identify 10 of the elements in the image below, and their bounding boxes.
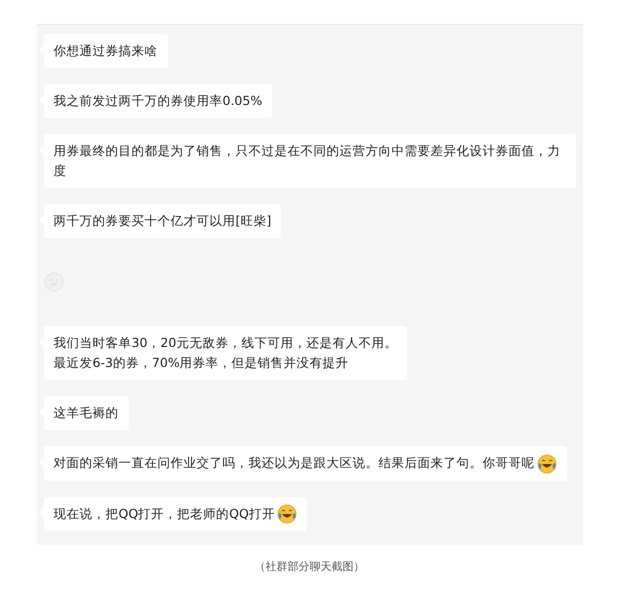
message-bubble: 两千万的券要买十个亿才可以用[旺柴] xyxy=(44,204,282,238)
faded-smiley-sticker xyxy=(44,272,64,292)
message-bubble: 用券最终的目的都是为了销售，只不过是在不同的运营方向中需要差异化设计券面值，力度 xyxy=(44,134,576,188)
message-bubble: 这羊毛褥的 xyxy=(44,396,128,430)
message-bubble: 现在说，把QQ打开，把老师的QQ打开 xyxy=(44,496,307,532)
message-bubble: 你想通过券搞来啥 xyxy=(44,34,168,68)
message-bubble: 我们当时客单30，20元无敌券，线下可用，还是有人不用。 最近发6-3的券，70%用券率，但是销售并没有提升 xyxy=(44,326,408,380)
image-caption: （社群部分聊天截图） xyxy=(254,559,364,575)
message-bubble: 我之前发过两千万的券使用率0.05% xyxy=(44,84,272,118)
message-bubble: 对面的采销一直在问作业交了吗，我还以为是跟大区说。结果后面来了句。你哥哥呢 xyxy=(44,446,566,481)
